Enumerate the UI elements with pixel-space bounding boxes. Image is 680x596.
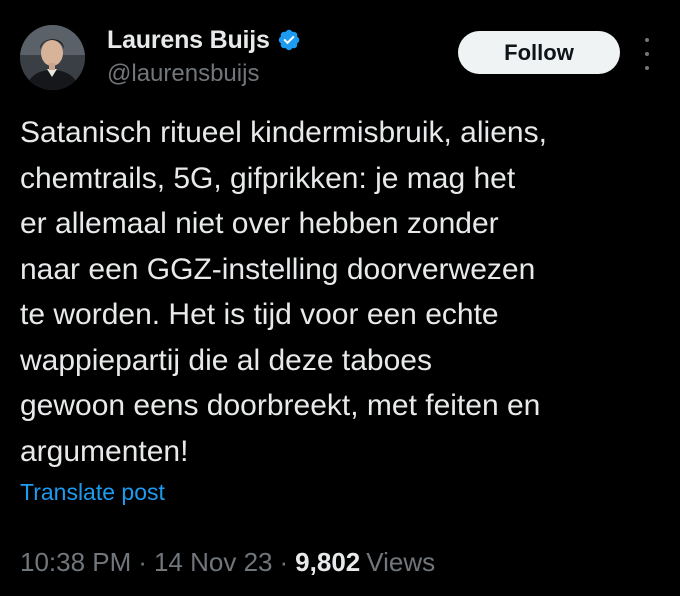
post-date[interactable]: 14 Nov 23 — [154, 547, 273, 578]
author-display-name[interactable]: Laurens Buijs — [107, 26, 270, 55]
tweet-card: Laurens Buijs @laurensbuijs Follow Satan… — [0, 0, 680, 596]
author-name-row: Laurens Buijs — [107, 24, 301, 56]
post-metadata: 10:38 PM · 14 Nov 23 · 9,802 Views — [20, 547, 435, 578]
post-time[interactable]: 10:38 PM — [20, 547, 131, 578]
post-text-line: te worden. Het is tijd voor een echte — [20, 298, 499, 331]
more-dot — [645, 52, 649, 56]
meta-separator: · — [279, 547, 289, 577]
more-dot — [645, 66, 649, 70]
verified-badge-icon[interactable] — [277, 28, 301, 52]
more-dot — [645, 38, 649, 42]
views-count: 9,802 — [295, 547, 361, 577]
follow-button[interactable]: Follow — [458, 31, 620, 74]
post-text-line: er allemaal niet over hebben zonder — [20, 207, 499, 240]
author-handle[interactable]: @laurensbuijs — [107, 60, 259, 88]
more-options-icon[interactable] — [640, 38, 654, 70]
post-text: Satanisch ritueel kindermisbruik, aliens… — [20, 110, 665, 474]
post-text-line: chemtrails, 5G, gifprikken: je mag het — [20, 161, 516, 195]
post-text-line: naar een GGZ-instelling doorverwezen — [20, 252, 536, 286]
profile-photo-icon — [20, 25, 85, 90]
post-text-line: gewoon eens doorbreekt, met feiten en — [20, 389, 541, 422]
post-text-line: argumenten! — [20, 434, 189, 468]
views-label: Views — [366, 547, 436, 577]
avatar[interactable] — [20, 25, 85, 90]
meta-separator: · — [138, 547, 147, 577]
translate-post-link[interactable]: Translate post — [20, 479, 165, 506]
post-text-line: wappiepartij die al deze taboes — [20, 343, 432, 377]
post-text-line: Satanisch ritueel kindermisbruik, aliens… — [20, 116, 547, 149]
